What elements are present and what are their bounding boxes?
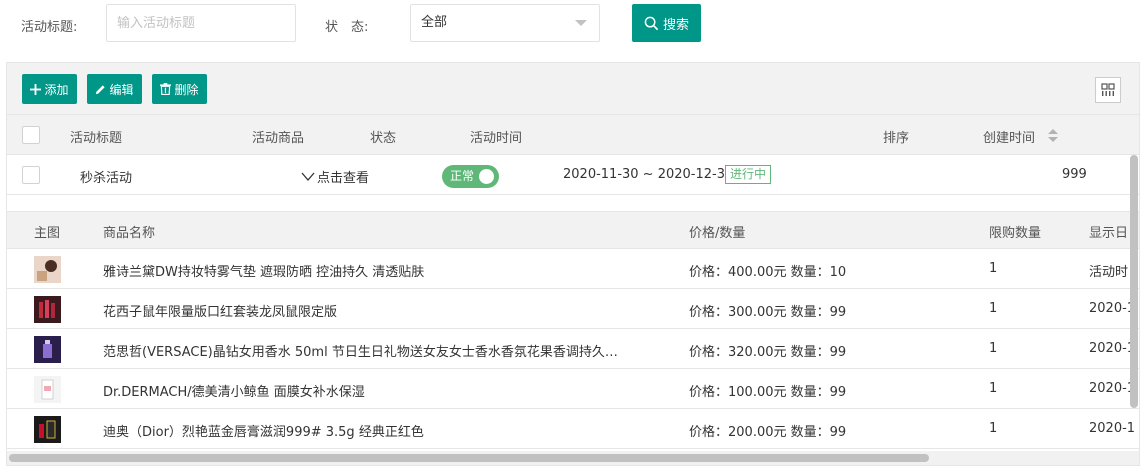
status-toggle-label: 正常	[450, 169, 475, 183]
chevron-down-icon	[301, 172, 315, 181]
col-sort: 排序	[883, 131, 910, 146]
product-thumbnail	[34, 376, 61, 403]
product-limit: 1	[989, 341, 998, 356]
product-name: Dr.DERMACH/德美清小鲸鱼 面膜女补水保湿	[103, 385, 365, 400]
activity-table-panel: 添加 编辑 删除 活动标题 活动商品 状态 活动时间 排序 创建时间 秒杀活动 …	[6, 62, 1140, 466]
add-button[interactable]: 添加	[22, 74, 77, 104]
product-display-date: 2020-1	[1089, 381, 1136, 396]
product-name: 范思哲(VERSACE)晶钻女用香水 50ml 节日生日礼物送女友女士香水香氛花…	[103, 345, 618, 360]
activity-title: 秒杀活动	[80, 171, 133, 186]
product-thumbnail	[34, 296, 61, 323]
col-title: 活动标题	[70, 131, 123, 146]
product-price-qty: 价格：400.00元 数量：10	[689, 265, 847, 280]
col-time: 活动时间	[470, 131, 523, 146]
status-select[interactable]: 全部	[410, 4, 600, 42]
table-toolbar: 添加 编辑 删除	[7, 63, 1139, 115]
product-display-date: 活动时	[1089, 265, 1129, 280]
pencil-icon	[96, 84, 106, 94]
goods-row: 范思哲(VERSACE)晶钻女用香水 50ml 节日生日礼物送女友女士香水香氛花…	[7, 329, 1139, 369]
product-thumbnail	[34, 336, 61, 363]
product-thumbnail	[34, 416, 61, 443]
product-price-qty: 价格：200.00元 数量：99	[689, 425, 847, 440]
product-display-date: 2020-1	[1089, 341, 1136, 356]
col-goods: 活动商品	[252, 131, 305, 146]
title-search-input[interactable]	[106, 4, 296, 42]
delete-button[interactable]: 删除	[152, 74, 207, 104]
status-toggle[interactable]: 正常	[442, 165, 499, 188]
product-thumbnail	[34, 256, 61, 283]
goods-row: 迪奥（Dior）烈艳蓝金唇膏滋润999# 3.5g 经典正红色 价格：200.0…	[7, 409, 1139, 449]
sub-col-limit: 限购数量	[989, 226, 1042, 241]
col-status: 状态	[370, 131, 397, 146]
status-label: 状 态:	[325, 20, 369, 35]
goods-row: 雅诗兰黛DW持妆特雾气垫 遮瑕防晒 控油持久 清透贴肤 价格：400.00元 数…	[7, 249, 1139, 289]
view-goods-label: 点击查看	[317, 171, 370, 186]
view-goods-link[interactable]: 点击查看	[301, 167, 369, 186]
horizontal-scrollbar[interactable]	[9, 454, 929, 462]
activity-time: 2020-11-30 ~ 2020-12-30	[563, 167, 734, 182]
product-price-qty: 价格：100.00元 数量：99	[689, 385, 847, 400]
table-header: 活动标题 活动商品 状态 活动时间 排序 创建时间	[7, 115, 1139, 155]
col-created: 创建时间	[983, 131, 1036, 146]
product-price-qty: 价格：300.00元 数量：99	[689, 305, 847, 320]
goods-row: 花西子鼠年限量版口红套装龙凤鼠限定版 价格：300.00元 数量：99 1 20…	[7, 289, 1139, 329]
status-select-value: 全部	[421, 15, 448, 30]
edit-button[interactable]: 编辑	[87, 74, 142, 104]
row-checkbox[interactable]	[22, 166, 40, 184]
column-filter-button[interactable]	[1095, 77, 1121, 103]
edit-button-label: 编辑	[109, 82, 134, 97]
goods-row: Dr.DERMACH/德美清小鲸鱼 面膜女补水保湿 价格：100.00元 数量：…	[7, 369, 1139, 409]
columns-icon	[1101, 83, 1115, 96]
select-all-checkbox[interactable]	[22, 126, 40, 144]
product-limit: 1	[989, 381, 998, 396]
product-name: 迪奥（Dior）烈艳蓝金唇膏滋润999# 3.5g 经典正红色	[103, 425, 424, 440]
search-button-label: 搜索	[662, 16, 689, 32]
product-limit: 1	[989, 421, 998, 436]
product-display-date: 2020-1	[1089, 421, 1136, 436]
caret-down-icon	[575, 20, 587, 26]
search-button[interactable]: 搜索	[632, 4, 701, 42]
table-row: 秒杀活动 点击查看 正常 2020-11-30 ~ 2020-12-30 进行中…	[7, 155, 1139, 195]
product-limit: 1	[989, 301, 998, 316]
add-button-label: 添加	[44, 82, 69, 97]
sub-col-price-qty: 价格/数量	[689, 226, 746, 241]
sub-col-name: 商品名称	[103, 226, 156, 241]
sub-col-display: 显示日	[1089, 226, 1129, 241]
activity-sort: 999	[1062, 167, 1087, 182]
toggle-knob	[479, 169, 494, 184]
product-display-date: 2020-1	[1089, 301, 1136, 316]
product-name: 雅诗兰黛DW持妆特雾气垫 遮瑕防晒 控油持久 清透贴肤	[103, 265, 425, 280]
product-name: 花西子鼠年限量版口红套装龙凤鼠限定版	[103, 305, 338, 320]
sub-col-image: 主图	[34, 226, 61, 241]
product-price-qty: 价格：320.00元 数量：99	[689, 345, 847, 360]
title-label: 活动标题:	[21, 20, 78, 35]
sort-icon[interactable]	[1048, 129, 1058, 142]
plus-icon	[30, 83, 42, 95]
vertical-scrollbar[interactable]	[1130, 155, 1138, 408]
status-badge: 进行中	[725, 165, 772, 184]
goods-sub-header: 主图 商品名称 价格/数量 限购数量 显示日	[7, 211, 1139, 249]
trash-icon	[160, 83, 172, 95]
delete-button-label: 删除	[174, 82, 199, 97]
search-icon	[644, 16, 659, 30]
product-limit: 1	[989, 261, 998, 276]
